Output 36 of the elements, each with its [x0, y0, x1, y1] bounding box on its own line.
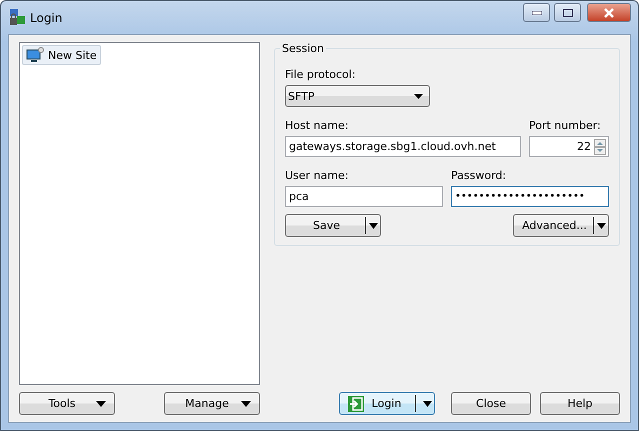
tree-item[interactable]: New Site [22, 45, 101, 65]
username-field[interactable]: pca [285, 186, 443, 207]
caret-icon [96, 400, 106, 406]
port-spinner[interactable]: 22 [529, 136, 609, 157]
caret-icon [414, 94, 423, 98]
caret-icon [423, 400, 432, 406]
dialog-button[interactable]: Close [451, 392, 531, 415]
monitor-icon [26, 47, 44, 63]
field-label: Host name: [285, 119, 350, 132]
window-title: Login [30, 10, 62, 24]
field-label: File protocol: [285, 68, 356, 81]
minimize-button[interactable] [523, 3, 550, 22]
minimize-icon [532, 10, 542, 14]
close-icon [603, 8, 615, 18]
dropdown-button[interactable]: Tools [19, 392, 115, 415]
field-label: Password: [451, 169, 508, 182]
field-label: User name: [285, 169, 350, 182]
close-button[interactable] [587, 3, 631, 22]
enter-icon [348, 396, 364, 412]
login-button[interactable]: Login [339, 392, 435, 415]
field-label: Port number: [529, 119, 602, 132]
dialog-button[interactable]: Help [540, 392, 620, 415]
dropdown-button[interactable]: Manage [164, 392, 260, 415]
advanced-button[interactable]: Advanced... [513, 214, 609, 237]
protocol-dropdown[interactable]: SFTP [285, 85, 430, 107]
host-field[interactable]: gateways.storage.sbg1.cloud.ovh.net [285, 136, 521, 157]
save-button[interactable]: Save [285, 214, 381, 237]
maximize-icon [562, 8, 572, 16]
spin-arrows-icon [594, 138, 606, 154]
group-title: Session [280, 42, 326, 55]
caret-icon [369, 222, 378, 228]
padlock-computer-icon [8, 8, 26, 26]
caret-icon [241, 400, 251, 406]
maximize-button[interactable] [554, 3, 581, 22]
caret-icon [597, 222, 606, 228]
password-field[interactable]: •••••••••••••••••••••• [451, 186, 609, 207]
